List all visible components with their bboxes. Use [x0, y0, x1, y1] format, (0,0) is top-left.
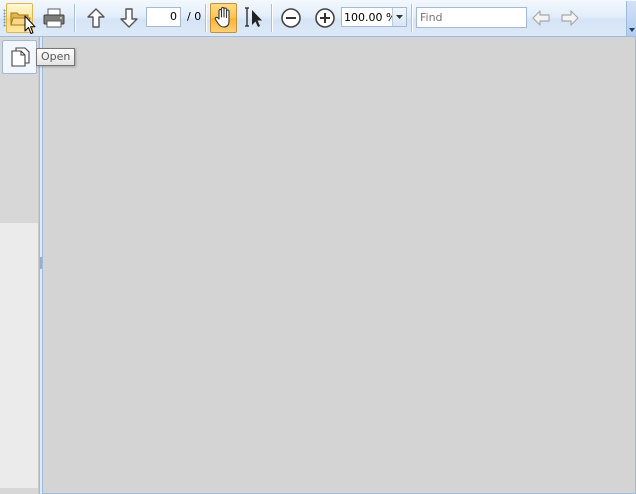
arrow-left-icon — [531, 10, 550, 26]
page-total-label: / 0 — [187, 10, 202, 23]
next-page-button[interactable] — [115, 3, 142, 33]
toolbar-separator — [271, 4, 272, 32]
printer-icon — [43, 8, 64, 28]
zoom-value: 100.00 % — [344, 11, 397, 24]
toolbar-separator — [411, 4, 412, 32]
arrow-up-icon — [86, 8, 105, 28]
print-button[interactable] — [40, 3, 67, 33]
find-next-button[interactable] — [556, 3, 583, 33]
select-tool-button[interactable] — [240, 3, 267, 33]
thumbnails-button[interactable] — [2, 40, 37, 74]
zoom-dropdown-button[interactable] — [392, 8, 406, 26]
toolbar-separator — [74, 4, 75, 32]
arrow-right-icon — [560, 10, 579, 26]
text-select-cursor-icon — [244, 7, 262, 27]
hand-icon — [214, 6, 230, 28]
find-input[interactable] — [416, 7, 527, 28]
document-pages-icon — [10, 47, 30, 67]
toolbar-overflow-button[interactable] — [626, 1, 636, 36]
chevron-down-icon — [396, 15, 403, 19]
open-tooltip: Open — [36, 48, 76, 66]
mouse-cursor-icon — [24, 15, 36, 34]
pan-tool-button[interactable] — [210, 3, 237, 33]
chevron-down-icon — [629, 28, 635, 32]
zoom-in-button[interactable] — [311, 3, 338, 33]
zoom-select[interactable]: 100.00 % — [341, 7, 407, 27]
find-previous-button[interactable] — [527, 3, 554, 33]
previous-page-button[interactable] — [82, 3, 109, 33]
plus-circle-icon — [314, 8, 335, 28]
side-panel-footer — [0, 488, 38, 494]
toolbar: 0 / 0 100.00 % — [0, 0, 636, 37]
document-viewer[interactable] — [43, 37, 636, 494]
page-number-input[interactable]: 0 — [146, 7, 181, 27]
arrow-down-icon — [119, 8, 138, 28]
minus-circle-icon — [280, 8, 301, 28]
splitter-grip[interactable] — [40, 257, 42, 269]
zoom-out-button[interactable] — [277, 3, 304, 33]
side-panel — [0, 37, 39, 494]
toolbar-separator — [205, 4, 206, 32]
